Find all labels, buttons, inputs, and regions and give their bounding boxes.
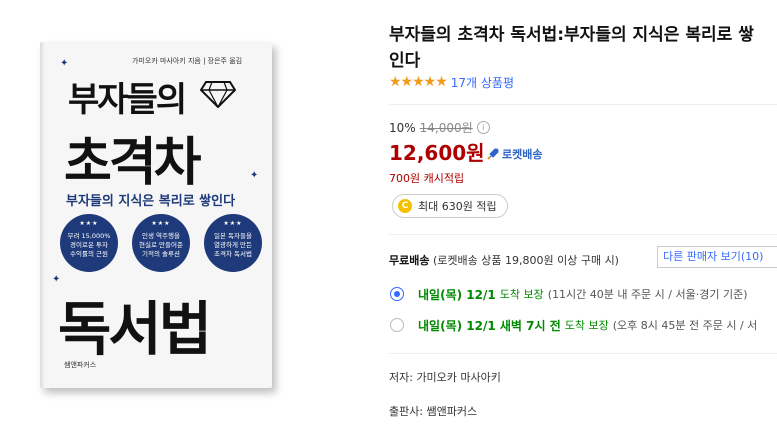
review-count-link[interactable]: 17개 상품평	[451, 74, 514, 91]
rocket-label: 로켓배송	[502, 148, 543, 161]
radio-selected[interactable]	[390, 287, 404, 301]
discount-row: 10% 14,000원 i	[389, 119, 490, 136]
star-rating-icon: ★★★★★	[389, 74, 448, 90]
rocket-icon	[487, 148, 499, 160]
other-sellers-button[interactable]: 다른 판매자 보기(10)	[657, 246, 777, 268]
delivery-date: 내일(목) 12/1 새벽 7시 전	[418, 318, 561, 333]
cover-title-line1: 부자들의	[68, 80, 187, 120]
product-title: 부자들의 초격차 독서법:부자들의 지식은 복리로 쌓인다	[389, 25, 754, 71]
cover-pill: ★★★ 무려 15,000% 경이로운 투자 수익률의 근원	[60, 214, 118, 272]
radio-unselected[interactable]	[390, 318, 404, 332]
max-reward-badge[interactable]: C 최대 630원 적립	[392, 194, 508, 218]
cover-title-line2: 초격차	[64, 133, 202, 193]
cover-pill: ★★★ 인생 역주행을 현실로 만들어준 기적의 솔루션	[132, 214, 190, 272]
cover-author-line: 가미오카 마사아키 지음 | 장은주 옮김	[132, 57, 243, 65]
cover-publisher-logo: 쌤앤파커스	[64, 361, 97, 369]
divider	[389, 104, 777, 105]
info-icon[interactable]: i	[476, 121, 490, 134]
max-reward-label: 최대 630원 적립	[418, 200, 497, 213]
delivery-note: (오후 8시 45분 전 주문 시 / 서	[612, 319, 758, 332]
rating-row[interactable]: ★★★★★ 17개 상품평	[389, 73, 514, 91]
book-spine	[40, 42, 46, 388]
rocket-badge: 로켓배송	[486, 146, 542, 162]
shipping-info: 무료배송 (로켓배송 상품 19,800원 이상 구매 시)	[389, 252, 619, 268]
delivery-guarantee: 도착 보장	[564, 319, 609, 332]
sparkle-icon: ✦	[250, 170, 259, 181]
delivery-option[interactable]: 내일(목) 12/1 도착 보장 (11시간 40분 내 주문 시 / 서울·경…	[389, 284, 748, 304]
product-image[interactable]: ✦ ✦ ✦ 가미오카 마사아키 지음 | 장은주 옮김 부자들의 초격차 부자들…	[40, 42, 278, 394]
cash-reward: 700원 캐시적립	[389, 172, 465, 185]
divider	[389, 234, 777, 235]
cover-pills: ★★★ 무려 15,000% 경이로운 투자 수익률의 근원 ★★★ 인생 역주…	[60, 214, 270, 274]
cover-subtitle: 부자들의 지식은 복리로 쌓인다	[66, 194, 236, 209]
original-price: 14,000원	[419, 121, 473, 135]
delivery-guarantee: 도착 보장	[499, 288, 544, 301]
diamond-icon	[200, 81, 236, 108]
sale-price: 12,600원	[389, 141, 485, 165]
publisher-info: 출판사: 쌤앤파커스	[389, 405, 478, 418]
cover-pill: ★★★ 일본 독자들을 열광하게 만든 초격차 독서법	[204, 214, 262, 272]
delivery-option[interactable]: 내일(목) 12/1 새벽 7시 전 도착 보장 (오후 8시 45분 전 주문…	[389, 315, 757, 335]
free-shipping-label: 무료배송	[389, 254, 430, 267]
divider	[389, 353, 777, 354]
book-cover: ✦ ✦ ✦ 가미오카 마사아키 지음 | 장은주 옮김 부자들의 초격차 부자들…	[40, 42, 272, 388]
coin-icon: C	[398, 199, 412, 213]
delivery-note: (11시간 40분 내 주문 시 / 서울·경기 기준)	[547, 288, 748, 301]
cover-title-line3: 독서법	[58, 295, 212, 363]
delivery-date: 내일(목) 12/1	[418, 287, 496, 302]
discount-rate: 10%	[389, 120, 416, 135]
shipping-condition: (로켓배송 상품 19,800원 이상 구매 시)	[432, 254, 619, 267]
sparkle-icon: ✦	[60, 58, 69, 69]
author-info: 저자: 가미오카 마사아키	[389, 371, 501, 384]
